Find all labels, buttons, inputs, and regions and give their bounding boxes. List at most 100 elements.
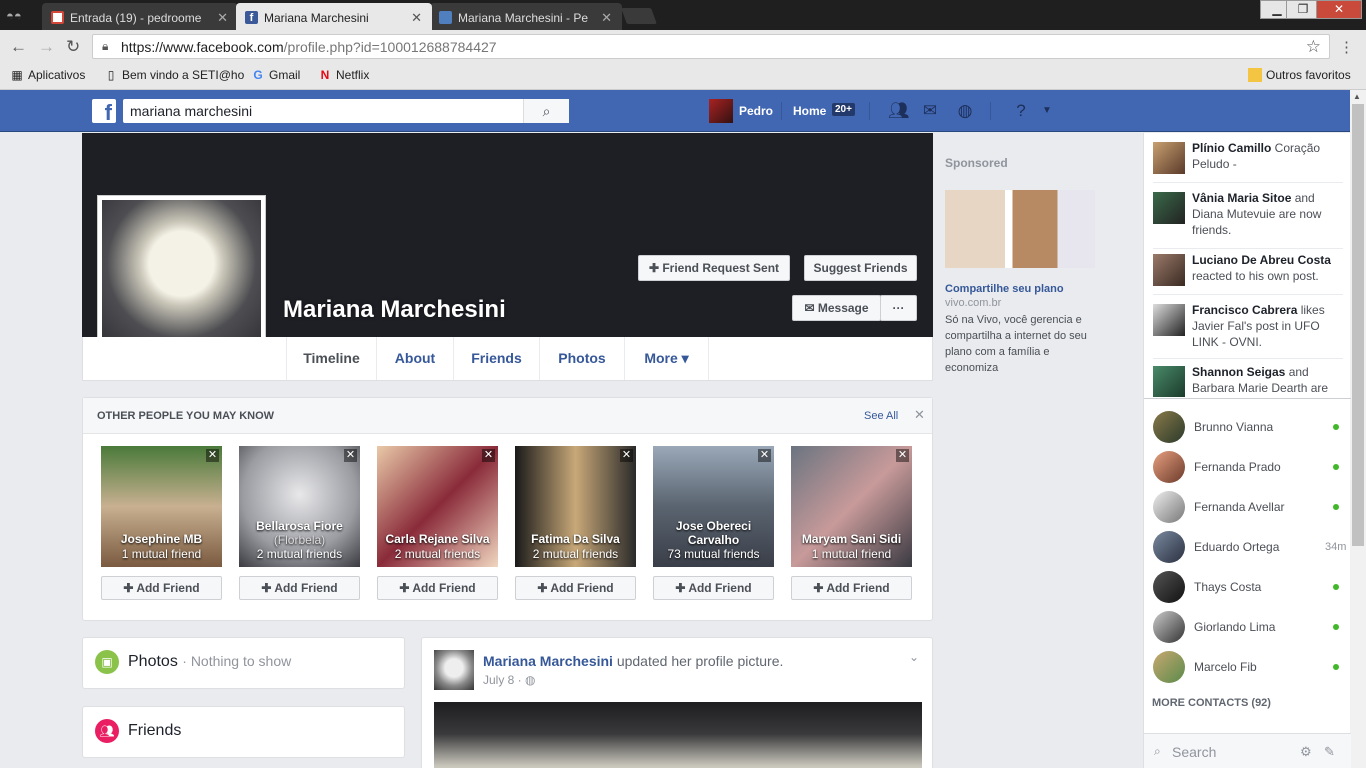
add-friend-button[interactable]: ✚ Add Friend [653,576,774,600]
chat-contact[interactable]: Fernanda Prado [1153,449,1343,485]
forward-icon[interactable]: → [38,37,55,57]
browser-tab-facebook[interactable]: f Mariana Marchesini ✕ [236,3,432,31]
profile-name[interactable]: Mariana Marchesini [283,296,506,324]
nav-home-link[interactable]: Home [793,104,826,118]
pymk-card[interactable]: ✕ Josephine MB 1 mutual friend [101,446,222,567]
mutual-friends[interactable]: 2 mutual friends [239,547,360,561]
maximize-button[interactable]: ❐ [1286,0,1320,19]
bookmark-seti[interactable]: ▯ Bem vindo a SETI@ho [104,68,245,82]
browser-tab-page[interactable]: Mariana Marchesini - Pe ✕ [430,3,622,30]
mutual-friends[interactable]: 2 mutual friends [515,547,636,561]
add-friend-button[interactable]: ✚ Add Friend [377,576,498,600]
scrollbar-thumb[interactable] [1352,104,1364,546]
chevron-down-icon[interactable]: ⌄ [909,650,919,664]
chat-search-input[interactable]: Search [1172,744,1216,760]
notifications-globe-icon[interactable]: ◍ [955,102,975,120]
dismiss-icon[interactable]: ✕ [206,449,219,462]
pymk-card[interactable]: ✕ Jose Obereci Carvalho 73 mutual friend… [653,446,774,567]
ticker-item[interactable]: Shannon Seigas and Barbara Marie Dearth … [1153,364,1343,397]
avatar[interactable] [434,650,474,690]
browser-menu-icon[interactable]: ⋮ [1339,38,1354,56]
tab-about[interactable]: About [377,337,454,380]
ticker-item[interactable]: Plínio Camillo Coração Peludo - [1153,140,1343,174]
search-input[interactable]: mariana marchesini [123,99,569,123]
window-close-button[interactable]: ✕ [1316,0,1362,19]
post-image[interactable] [434,702,922,768]
bookmark-star-icon[interactable]: ☆ [1306,37,1321,57]
friend-requests-icon[interactable]: 👥︎ [888,102,910,120]
mutual-friends[interactable]: 2 mutual friends [377,547,498,561]
reload-icon[interactable]: ↻ [66,37,80,57]
see-all-link[interactable]: See All [864,410,898,422]
ticker-item[interactable]: Luciano De Abreu Costa reacted to his ow… [1153,252,1343,286]
mutual-friends[interactable]: 1 mutual friend [791,547,912,561]
mutual-friends[interactable]: 73 mutual friends [653,547,774,561]
post-timestamp[interactable]: July 8 · ◍ [483,673,535,687]
bookmark-other-favorites[interactable]: Outros favoritos [1248,68,1351,82]
tab-friends[interactable]: Friends [454,337,540,380]
tab-more[interactable]: More ▾ [625,337,709,380]
dismiss-icon[interactable]: ✕ [896,449,909,462]
scroll-up-icon[interactable]: ▲ [1353,92,1361,101]
chat-contact[interactable]: Brunno Vianna [1153,409,1343,445]
dismiss-icon[interactable]: ✕ [344,449,357,462]
person-name[interactable]: Josephine MB [101,532,222,546]
new-message-icon[interactable]: ✎ [1324,744,1335,760]
chat-contact[interactable]: Fernanda Avellar [1153,489,1343,525]
person-name[interactable]: Jose Obereci Carvalho [653,519,774,547]
chat-contact[interactable]: Marcelo Fib [1153,649,1343,685]
add-friend-button[interactable]: ✚ Add Friend [239,576,360,600]
chat-contact[interactable]: Eduardo Ortega 34m [1153,529,1346,565]
suggest-friends-button[interactable]: Suggest Friends [804,255,917,281]
more-options-button[interactable]: ··· [880,295,917,321]
gear-icon[interactable]: ⚙ [1300,744,1312,760]
add-friend-button[interactable]: ✚ Add Friend [791,576,912,600]
person-name[interactable]: Carla Rejane Silva [377,532,498,546]
person-name[interactable]: Bellarosa Fiore (Florbela) [239,519,360,547]
dismiss-icon[interactable]: ✕ [758,449,771,462]
close-tab-icon[interactable]: ✕ [601,10,612,26]
close-tab-icon[interactable]: ✕ [411,10,422,26]
messages-icon[interactable]: ✉ [920,102,940,120]
facebook-logo-icon[interactable]: f [92,99,116,125]
back-icon[interactable]: ← [10,37,27,57]
ad-image[interactable] [945,190,1095,268]
chat-contact[interactable]: Thays Costa [1153,569,1343,605]
dismiss-icon[interactable]: ✕ [620,449,633,462]
account-menu-chevron-icon[interactable]: ▼ [1037,102,1057,120]
chat-contact[interactable]: Giorlando Lima [1153,609,1343,645]
friend-request-sent-button[interactable]: ✚ Friend Request Sent [638,255,790,281]
post-author-link[interactable]: Mariana Marchesini [483,653,613,669]
tab-timeline[interactable]: Timeline [286,337,377,380]
ad-headline[interactable]: Compartilhe seu plano [945,283,1064,295]
mutual-friends[interactable]: 1 mutual friend [101,547,222,561]
bookmark-gmail[interactable]: G Gmail [251,68,300,82]
browser-tab-gmail[interactable]: Entrada (19) - pedroome ✕ [42,3,238,30]
pymk-card[interactable]: ✕ Carla Rejane Silva 2 mutual friends [377,446,498,567]
new-tab-button[interactable] [621,8,657,24]
photos-box-title[interactable]: Photos · Nothing to show [128,653,291,671]
quick-help-icon[interactable]: ? [1011,102,1031,120]
bookmark-netflix[interactable]: N Netflix [318,68,370,82]
friends-box-title[interactable]: Friends [128,722,181,740]
ticker-resize-divider[interactable] [1144,398,1351,399]
tab-photos[interactable]: Photos [540,337,625,380]
ad-url[interactable]: vivo.com.br [945,297,1001,309]
bookmark-apps[interactable]: ▦ Aplicativos [10,68,85,82]
ticker-item[interactable]: Francisco Cabrera likes Javier Fal's pos… [1153,302,1343,350]
dismiss-icon[interactable]: ✕ [482,449,495,462]
add-friend-button[interactable]: ✚ Add Friend [101,576,222,600]
search-button[interactable]: ⌕ [523,99,569,123]
add-friend-button[interactable]: ✚ Add Friend [515,576,636,600]
pymk-card[interactable]: ✕ Fatima Da Silva 2 mutual friends [515,446,636,567]
close-tab-icon[interactable]: ✕ [217,10,228,26]
person-name[interactable]: Fatima Da Silva [515,532,636,546]
pymk-card[interactable]: ✕ Bellarosa Fiore (Florbela) 2 mutual fri… [239,446,360,567]
pymk-card[interactable]: ✕ Maryam Sani Sidi 1 mutual friend [791,446,912,567]
ticker-item[interactable]: Vânia Maria Sitoe and Diana Mutevuie are… [1153,190,1343,238]
close-icon[interactable]: ✕ [914,407,925,423]
url-input[interactable]: 🔒︎ https://www.facebook.com/profile.php?… [92,34,1330,59]
message-button[interactable]: ✉ Message [792,295,881,321]
person-name[interactable]: Maryam Sani Sidi [791,532,912,546]
page-scrollbar[interactable]: ▲ [1350,90,1366,768]
